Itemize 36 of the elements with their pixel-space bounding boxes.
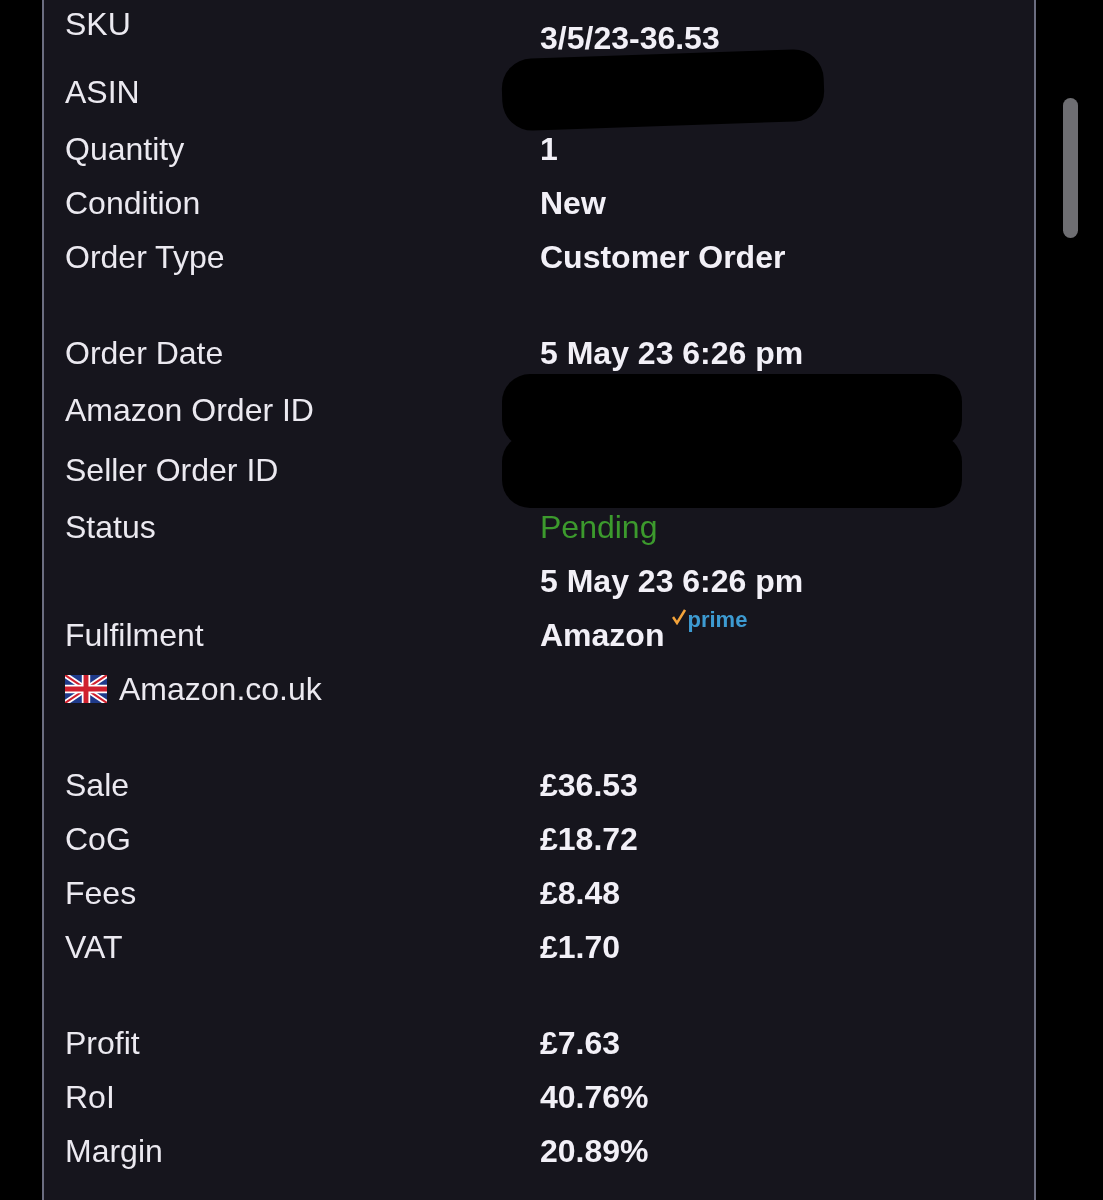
field-label: SKU [65, 5, 132, 44]
field-label: Fees [65, 874, 138, 913]
marketplace-label: Amazon.co.uk [119, 670, 322, 709]
field-value: 5 May 23 6:26 pm [540, 334, 804, 373]
field-value: Amazon [540, 616, 665, 655]
field-label: Seller Order ID [65, 451, 280, 490]
flag-icon [65, 675, 107, 703]
field-value: 3/5/23-36.53 [540, 19, 720, 58]
field-value: £1.70 [540, 928, 621, 967]
status-value: Pending [540, 508, 658, 547]
field-label: Quantity [65, 130, 186, 169]
field-value: £8.48 [540, 874, 621, 913]
field-value: £18.72 [540, 820, 638, 859]
field-label: Status [65, 508, 157, 547]
field-label: Fulfilment [65, 616, 205, 655]
field-value: New [540, 184, 606, 223]
field-label: Sale [65, 766, 131, 805]
field-label: Condition [65, 184, 202, 223]
field-value: Customer Order [540, 238, 786, 277]
field-label: Order Type [65, 238, 226, 277]
field-label: Profit [65, 1024, 141, 1063]
field-value: 1 [540, 130, 558, 169]
field-label: RoI [65, 1078, 116, 1117]
prime-badge: prime [672, 609, 748, 631]
field-label: ASIN [65, 73, 141, 112]
field-value: £36.53 [540, 766, 638, 805]
field-label: Margin [65, 1132, 164, 1171]
field-label: Amazon Order ID [65, 391, 315, 430]
field-label: CoG [65, 820, 132, 859]
field-value: 5 May 23 6:26 pm [540, 562, 804, 601]
field-label: VAT [65, 928, 124, 967]
scrollbar-thumb[interactable] [1063, 98, 1078, 238]
field-label: Order Date [65, 334, 225, 373]
field-value: 40.76% [540, 1078, 649, 1117]
field-value: 20.89% [540, 1132, 649, 1171]
field-value: £7.63 [540, 1024, 621, 1063]
